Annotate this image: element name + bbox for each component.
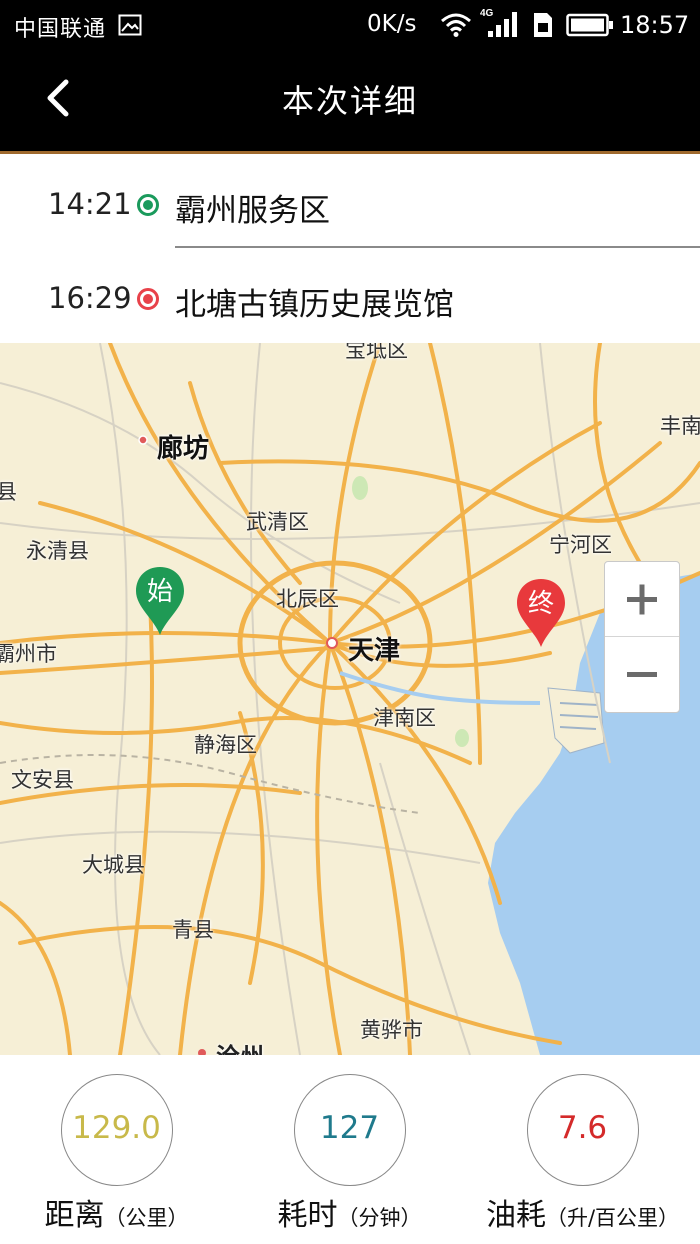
- duration-unit: （分钟）: [337, 1206, 422, 1230]
- map-label-wenan: 文安县: [11, 768, 74, 792]
- map-base-layer: [0, 343, 700, 1055]
- page-title: 本次详细: [281, 82, 418, 120]
- start-time: 14:21: [48, 187, 132, 221]
- map-label-ninghe: 宁河区: [549, 533, 612, 557]
- end-marker-label: 终: [527, 589, 554, 619]
- battery-icon: [566, 13, 613, 37]
- stat-fuel: 7.6 油耗（升/百公里）: [466, 1055, 699, 1244]
- title-bar: 本次详细: [0, 50, 700, 154]
- zoom-in-button[interactable]: [605, 562, 679, 637]
- map-label-baodi: 宝坻区: [345, 343, 408, 362]
- status-clock: 18:57: [620, 11, 690, 39]
- map-label-dacheng: 大城县: [82, 853, 145, 877]
- wifi-icon: [441, 13, 471, 37]
- map-label-fengnan: 丰南: [660, 414, 700, 438]
- fuel-label: 油耗（升/百公里）: [466, 1190, 699, 1234]
- fuel-unit: （升/百公里）: [545, 1206, 680, 1230]
- end-time: 16:29: [48, 281, 132, 315]
- trip-stats: 129.0 距离（公里） 127 耗时（分钟） 7.6 油耗（升/百公里）: [0, 1055, 700, 1244]
- carrier-name: 中国联通: [14, 17, 107, 42]
- fuel-title: 油耗: [485, 1198, 546, 1233]
- zoom-out-button[interactable]: [605, 637, 679, 712]
- map-label-langfang: 廊坊: [157, 434, 210, 464]
- end-marker[interactable]: 终: [515, 577, 567, 649]
- start-dot-icon: [137, 194, 159, 216]
- distance-label: 距离（公里）: [0, 1190, 233, 1234]
- network-speed: 0K/s: [367, 11, 417, 37]
- map-label-qingxian: 青县: [172, 918, 214, 942]
- stat-distance: 129.0 距离（公里）: [0, 1055, 233, 1244]
- plus-icon: [627, 584, 657, 615]
- map-label-bazhou: 霸州市: [0, 642, 57, 666]
- map-label-yongqing: 永清县: [26, 539, 89, 563]
- map-label-jinghai: 静海区: [194, 733, 257, 757]
- start-place: 霸州服务区: [175, 193, 330, 229]
- end-place: 北塘古镇历史展览馆: [175, 287, 454, 323]
- distance-title: 距离: [44, 1198, 105, 1233]
- route-map[interactable]: 宝坻区 廊坊 丰南 县 武清区 永清县 宁河区 北辰区 天津 霸州市 津南区 静…: [0, 343, 700, 1055]
- gallery-icon: [118, 14, 142, 36]
- route-divider: [175, 246, 700, 248]
- distance-value: 129.0: [72, 1110, 161, 1146]
- status-bar: 中国联通 0K/s 4G 18:57: [0, 0, 700, 50]
- minus-icon: [627, 672, 657, 677]
- sim-icon: [534, 13, 552, 37]
- start-marker-label: 始: [146, 577, 173, 607]
- map-label-beichen: 北辰区: [276, 587, 339, 611]
- route-list: 14:21 霸州服务区 16:29 北塘古镇历史展览馆: [0, 157, 700, 343]
- map-label-cangzhou: 沧州: [216, 1037, 264, 1055]
- map-label-wuqing: 武清区: [246, 510, 309, 534]
- duration-value: 127: [319, 1110, 380, 1146]
- distance-unit: （公里）: [104, 1206, 189, 1230]
- start-marker[interactable]: 始: [134, 565, 186, 637]
- duration-label: 耗时（分钟）: [233, 1190, 466, 1234]
- route-start-row: 14:21 霸州服务区: [0, 157, 700, 249]
- network-type-label: 4G: [480, 8, 494, 19]
- map-label-huanghua: 黄骅市: [360, 1018, 423, 1042]
- map-label-tianjin: 天津: [348, 636, 401, 666]
- stat-duration: 127 耗时（分钟）: [233, 1055, 466, 1244]
- map-label-jinnan: 津南区: [373, 706, 436, 730]
- map-label-xian: 县: [0, 480, 17, 504]
- duration-title: 耗时: [277, 1198, 338, 1233]
- signal-icon: 4G: [480, 8, 517, 37]
- end-dot-icon: [137, 288, 159, 310]
- zoom-control: [604, 561, 680, 713]
- fuel-value: 7.6: [557, 1110, 608, 1146]
- route-end-row: 16:29 北塘古镇历史展览馆: [0, 251, 700, 343]
